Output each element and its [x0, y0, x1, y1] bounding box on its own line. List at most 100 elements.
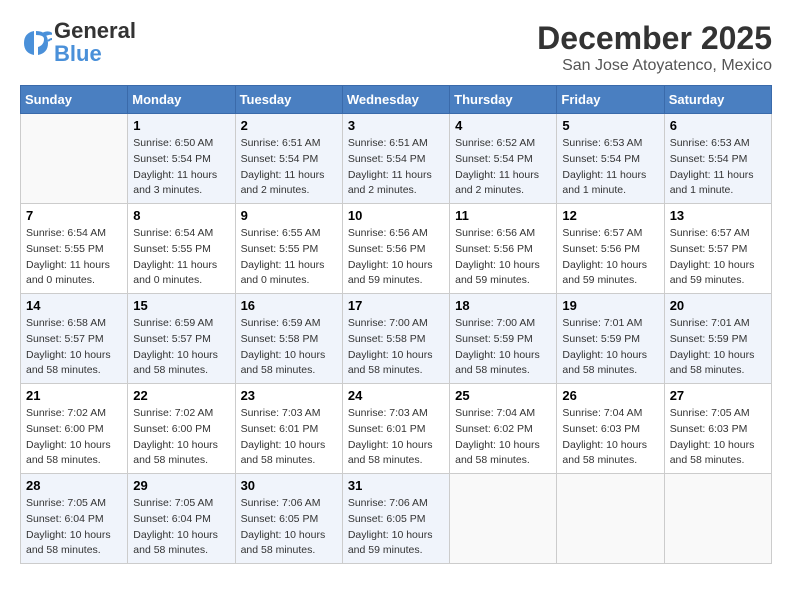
calendar-cell: 21 Sunrise: 7:02 AMSunset: 6:00 PMDayligh… [21, 384, 128, 474]
calendar-cell: 10 Sunrise: 6:56 AMSunset: 5:56 PMDayligh… [342, 204, 449, 294]
day-number: 7 [26, 208, 122, 223]
day-info: Sunrise: 7:01 AMSunset: 5:59 PMDaylight:… [562, 316, 658, 379]
day-number: 14 [26, 298, 122, 313]
calendar-cell: 11Sunrise: 6:56 AMSunset: 5:56 PMDayligh… [450, 204, 557, 294]
weekday-header-sunday: Sunday [21, 86, 128, 114]
calendar-cell [21, 114, 128, 204]
day-number: 13 [670, 208, 766, 223]
day-info: Sunrise: 7:04 AMSunset: 6:03 PMDaylight:… [562, 406, 658, 469]
day-number: 21 [26, 388, 122, 403]
weekday-header-friday: Friday [557, 86, 664, 114]
day-info: Sunrise: 7:05 AMSunset: 6:04 PMDaylight:… [26, 496, 122, 559]
day-info: Sunrise: 7:04 AMSunset: 6:02 PMDaylight:… [455, 406, 551, 469]
page-header: General Blue December 2025 San Jose Atoy… [20, 20, 772, 75]
day-info: Sunrise: 7:02 AMSunset: 6:00 PMDaylight:… [133, 406, 229, 469]
weekday-header-wednesday: Wednesday [342, 86, 449, 114]
calendar-cell: 4Sunrise: 6:52 AMSunset: 5:54 PMDaylight… [450, 114, 557, 204]
week-row-3: 14 Sunrise: 6:58 AMSunset: 5:57 PMDayligh… [21, 294, 772, 384]
day-info: Sunrise: 7:06 AMSunset: 6:05 PMDaylight:… [241, 496, 337, 559]
location-title: San Jose Atoyatenco, Mexico [537, 57, 772, 75]
calendar-cell: 28 Sunrise: 7:05 AMSunset: 6:04 PMDayligh… [21, 474, 128, 564]
day-info: Sunrise: 7:01 AMSunset: 5:59 PMDaylight:… [670, 316, 766, 379]
day-number: 8 [133, 208, 229, 223]
day-number: 22 [133, 388, 229, 403]
day-info: Sunrise: 6:56 AMSunset: 5:56 PMDaylight:… [348, 226, 444, 289]
day-info: Sunrise: 6:58 AMSunset: 5:57 PMDaylight:… [26, 316, 122, 379]
calendar-cell: 25Sunrise: 7:04 AMSunset: 6:02 PMDayligh… [450, 384, 557, 474]
calendar-cell: 15Sunrise: 6:59 AMSunset: 5:57 PMDayligh… [128, 294, 235, 384]
calendar-cell: 23Sunrise: 7:03 AMSunset: 6:01 PMDayligh… [235, 384, 342, 474]
calendar-cell: 29 Sunrise: 7:05 AMSunset: 6:04 PMDayligh… [128, 474, 235, 564]
day-info: Sunrise: 6:57 AMSunset: 5:56 PMDaylight:… [562, 226, 658, 289]
calendar-table: SundayMondayTuesdayWednesdayThursdayFrid… [20, 85, 772, 564]
day-number: 31 [348, 478, 444, 493]
week-row-5: 28 Sunrise: 7:05 AMSunset: 6:04 PMDayligh… [21, 474, 772, 564]
day-info: Sunrise: 6:56 AMSunset: 5:56 PMDaylight:… [455, 226, 551, 289]
day-info: Sunrise: 7:05 AMSunset: 6:03 PMDaylight:… [670, 406, 766, 469]
calendar-cell: 2 Sunrise: 6:51 AMSunset: 5:54 PMDaylight… [235, 114, 342, 204]
week-row-1: 1 Sunrise: 6:50 AMSunset: 5:54 PMDaylight… [21, 114, 772, 204]
day-info: Sunrise: 7:06 AMSunset: 6:05 PMDaylight:… [348, 496, 444, 559]
calendar-cell: 13 Sunrise: 6:57 AMSunset: 5:57 PMDayligh… [664, 204, 771, 294]
calendar-cell: 30 Sunrise: 7:06 AMSunset: 6:05 PMDayligh… [235, 474, 342, 564]
day-number: 5 [562, 118, 658, 133]
day-number: 20 [670, 298, 766, 313]
calendar-cell: 27 Sunrise: 7:05 AMSunset: 6:03 PMDayligh… [664, 384, 771, 474]
day-info: Sunrise: 6:54 AMSunset: 5:55 PMDaylight:… [133, 226, 229, 289]
calendar-cell: 20 Sunrise: 7:01 AMSunset: 5:59 PMDayligh… [664, 294, 771, 384]
day-number: 29 [133, 478, 229, 493]
calendar-cell: 7 Sunrise: 6:54 AMSunset: 5:55 PMDaylight… [21, 204, 128, 294]
day-info: Sunrise: 6:59 AMSunset: 5:57 PMDaylight:… [133, 316, 229, 379]
day-info: Sunrise: 7:02 AMSunset: 6:00 PMDaylight:… [26, 406, 122, 469]
day-number: 2 [241, 118, 337, 133]
day-info: Sunrise: 6:50 AMSunset: 5:54 PMDaylight:… [133, 136, 229, 199]
day-number: 30 [241, 478, 337, 493]
weekday-header-saturday: Saturday [664, 86, 771, 114]
logo: General Blue [20, 20, 136, 66]
day-number: 24 [348, 388, 444, 403]
calendar-cell: 12 Sunrise: 6:57 AMSunset: 5:56 PMDayligh… [557, 204, 664, 294]
calendar-cell: 31 Sunrise: 7:06 AMSunset: 6:05 PMDayligh… [342, 474, 449, 564]
day-info: Sunrise: 6:57 AMSunset: 5:57 PMDaylight:… [670, 226, 766, 289]
calendar-cell: 16Sunrise: 6:59 AMSunset: 5:58 PMDayligh… [235, 294, 342, 384]
calendar-cell: 14 Sunrise: 6:58 AMSunset: 5:57 PMDayligh… [21, 294, 128, 384]
logo-icon [20, 27, 52, 59]
day-number: 19 [562, 298, 658, 313]
day-info: Sunrise: 6:53 AMSunset: 5:54 PMDaylight:… [562, 136, 658, 199]
calendar-cell: 22 Sunrise: 7:02 AMSunset: 6:00 PMDayligh… [128, 384, 235, 474]
day-number: 26 [562, 388, 658, 403]
calendar-cell: 19 Sunrise: 7:01 AMSunset: 5:59 PMDayligh… [557, 294, 664, 384]
day-info: Sunrise: 6:54 AMSunset: 5:55 PMDaylight:… [26, 226, 122, 289]
day-number: 18 [455, 298, 551, 313]
calendar-cell [557, 474, 664, 564]
calendar-cell: 8 Sunrise: 6:54 AMSunset: 5:55 PMDaylight… [128, 204, 235, 294]
day-number: 27 [670, 388, 766, 403]
day-number: 10 [348, 208, 444, 223]
day-info: Sunrise: 6:53 AMSunset: 5:54 PMDaylight:… [670, 136, 766, 199]
title-block: December 2025 San Jose Atoyatenco, Mexic… [537, 20, 772, 75]
day-number: 3 [348, 118, 444, 133]
calendar-cell: 17Sunrise: 7:00 AMSunset: 5:58 PMDayligh… [342, 294, 449, 384]
weekday-header-monday: Monday [128, 86, 235, 114]
day-number: 28 [26, 478, 122, 493]
day-number: 12 [562, 208, 658, 223]
day-number: 1 [133, 118, 229, 133]
calendar-cell [450, 474, 557, 564]
calendar-cell: 24Sunrise: 7:03 AMSunset: 6:01 PMDayligh… [342, 384, 449, 474]
week-row-2: 7 Sunrise: 6:54 AMSunset: 5:55 PMDaylight… [21, 204, 772, 294]
calendar-cell: 3 Sunrise: 6:51 AMSunset: 5:54 PMDaylight… [342, 114, 449, 204]
day-info: Sunrise: 6:55 AMSunset: 5:55 PMDaylight:… [241, 226, 337, 289]
day-number: 17 [348, 298, 444, 313]
day-info: Sunrise: 7:05 AMSunset: 6:04 PMDaylight:… [133, 496, 229, 559]
calendar-cell: 5 Sunrise: 6:53 AMSunset: 5:54 PMDaylight… [557, 114, 664, 204]
day-number: 9 [241, 208, 337, 223]
weekday-header-tuesday: Tuesday [235, 86, 342, 114]
weekday-header-thursday: Thursday [450, 86, 557, 114]
weekday-header-row: SundayMondayTuesdayWednesdayThursdayFrid… [21, 86, 772, 114]
day-info: Sunrise: 6:59 AMSunset: 5:58 PMDaylight:… [241, 316, 337, 379]
day-info: Sunrise: 6:51 AMSunset: 5:54 PMDaylight:… [348, 136, 444, 199]
calendar-cell: 6Sunrise: 6:53 AMSunset: 5:54 PMDaylight… [664, 114, 771, 204]
day-info: Sunrise: 6:51 AMSunset: 5:54 PMDaylight:… [241, 136, 337, 199]
day-info: Sunrise: 6:52 AMSunset: 5:54 PMDaylight:… [455, 136, 551, 199]
day-number: 23 [241, 388, 337, 403]
